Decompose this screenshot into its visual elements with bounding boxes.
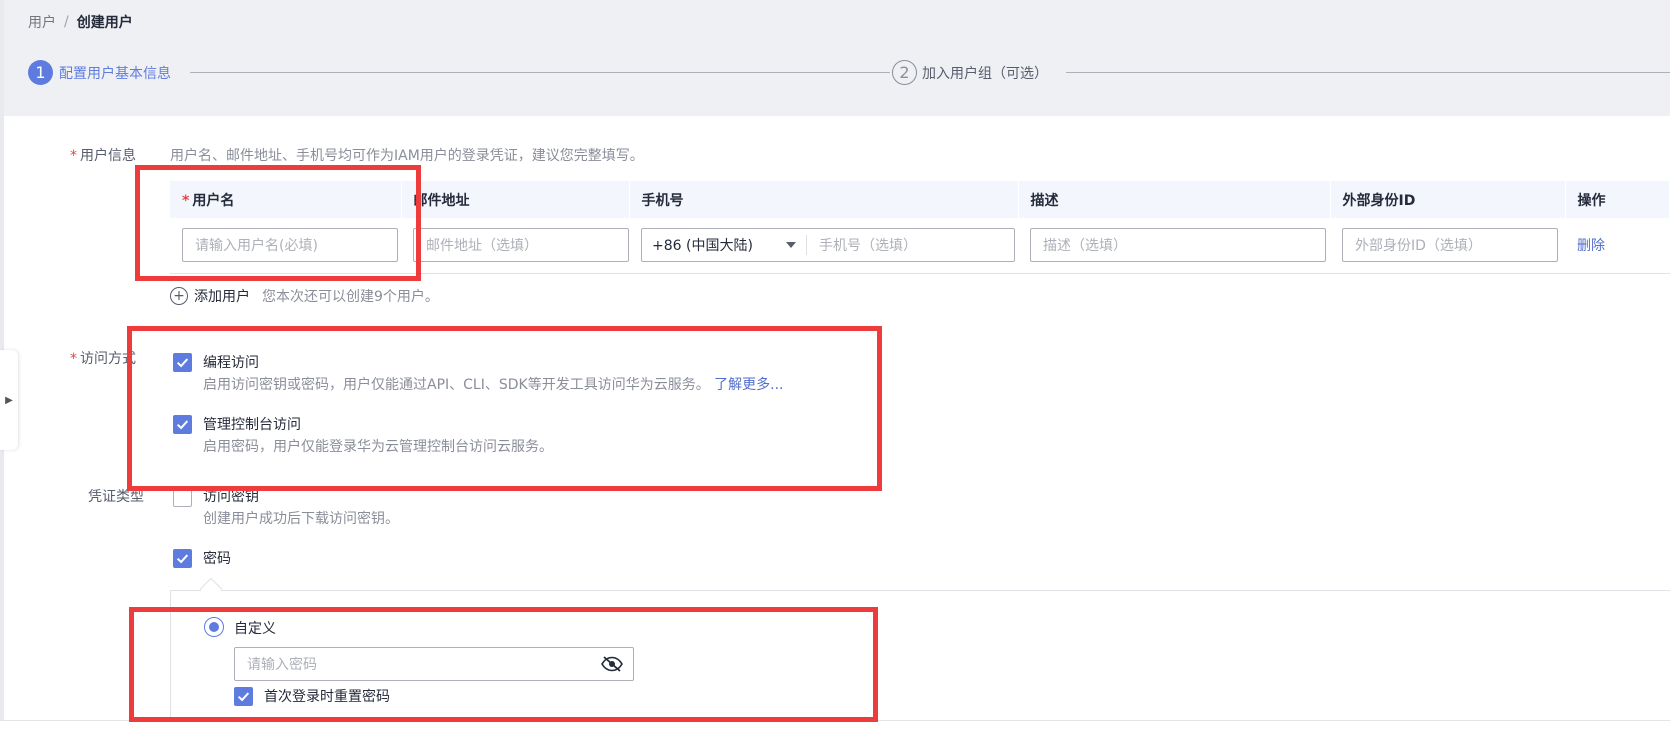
step-1-circle: 1: [28, 60, 53, 85]
step-connector-tail: [1066, 72, 1670, 73]
description-input[interactable]: 描述（选填）: [1030, 228, 1326, 263]
password-checkbox[interactable]: [173, 549, 192, 568]
col-actions: 操作: [1565, 181, 1670, 218]
phone-input[interactable]: 手机号（选填）: [807, 235, 917, 255]
step-2-circle: 2: [892, 60, 917, 85]
step-1-label: 配置用户基本信息: [59, 66, 171, 82]
user-info-hint: 用户名、邮件地址、手机号均可作为IAM用户的登录凭证，建议您完整填写。: [170, 148, 644, 164]
required-mark: *: [70, 148, 77, 164]
col-email: 邮件地址: [401, 181, 630, 218]
add-user-button[interactable]: + 添加用户 您本次还可以创建9个用户。: [170, 286, 439, 306]
highlight-username: [135, 165, 421, 281]
step-connector: [190, 72, 890, 73]
breadcrumb-current: 创建用户: [76, 15, 133, 31]
highlight-access-mode: [127, 326, 882, 491]
external-id-input[interactable]: 外部身份ID（选填）: [1342, 228, 1558, 263]
plus-circle-icon: +: [170, 287, 188, 305]
country-code-select[interactable]: +86 (中国大陆): [642, 235, 807, 256]
email-input[interactable]: 邮件地址（选填）: [413, 228, 629, 263]
col-phone: 手机号: [629, 181, 1019, 218]
access-key-desc: 创建用户成功后下载访问密钥。: [203, 511, 399, 527]
check-icon: [176, 554, 189, 564]
step-indicator: 1 配置用户基本信息 2 加入用户组（可选）: [28, 60, 1670, 86]
user-info-label: * 用户信息: [70, 148, 136, 164]
sidebar-toggle[interactable]: ▶: [0, 350, 18, 450]
header-background: [0, 0, 1670, 116]
chevron-down-icon: [786, 242, 796, 249]
highlight-password: [129, 607, 878, 722]
phone-field: +86 (中国大陆) 手机号（选填）: [641, 228, 1015, 263]
breadcrumb: 用户 / 创建用户: [28, 12, 133, 32]
add-user-label: 添加用户: [194, 289, 250, 305]
delete-link[interactable]: 删除: [1577, 238, 1605, 254]
step-2-label: 加入用户组（可选）: [922, 66, 1048, 82]
password-title: 密码: [203, 551, 231, 567]
col-external-id: 外部身份ID: [1330, 181, 1566, 218]
footer-bar: [0, 720, 1670, 746]
breadcrumb-separator: /: [64, 14, 69, 30]
required-mark: *: [70, 351, 77, 367]
add-user-hint: 您本次还可以创建9个用户。: [262, 289, 439, 305]
breadcrumb-parent[interactable]: 用户: [28, 12, 56, 32]
caret-right-icon: ▶: [5, 394, 13, 406]
col-description: 描述: [1018, 181, 1331, 218]
